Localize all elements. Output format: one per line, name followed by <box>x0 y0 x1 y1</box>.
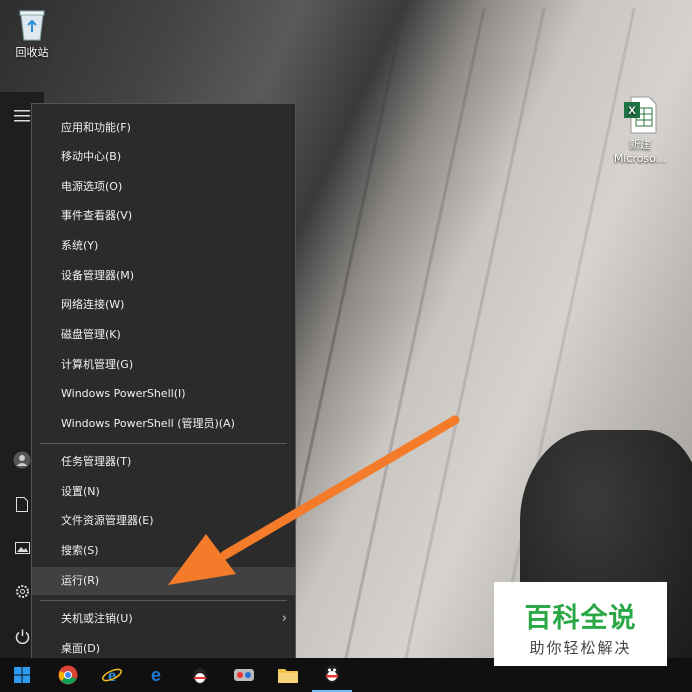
recycle-bin-shortcut[interactable]: 回收站 <box>2 8 62 60</box>
menu-item-power-options[interactable]: 电源选项(O) <box>32 173 295 201</box>
qq-penguin-icon[interactable] <box>180 658 220 692</box>
watermark-badge: 百科全说 助你轻松解决 <box>494 582 667 666</box>
qq-icon[interactable] <box>312 658 352 692</box>
chrome-icon[interactable] <box>48 658 88 692</box>
menu-separator <box>40 443 287 444</box>
windows-start-icon[interactable] <box>2 658 42 692</box>
menu-item-network-connections[interactable]: 网络连接(W) <box>32 291 295 319</box>
menu-item-file-explorer[interactable]: 文件资源管理器(E) <box>32 507 295 535</box>
menu-item-powershell[interactable]: Windows PowerShell(I) <box>32 380 295 408</box>
winx-context-menu: 应用和功能(F) 移动中心(B) 电源选项(O) 事件查看器(V) 系统(Y) … <box>31 103 296 666</box>
menu-item-disk-management[interactable]: 磁盘管理(K) <box>32 321 295 349</box>
excel-file-label-1: 新建 <box>629 138 651 151</box>
excel-file-shortcut[interactable]: X 新建 Microso... <box>610 96 670 165</box>
folder-icon[interactable] <box>268 658 308 692</box>
menu-item-device-manager[interactable]: 设备管理器(M) <box>32 262 295 290</box>
recycle-bin-label: 回收站 <box>15 46 49 59</box>
menu-separator <box>40 600 287 601</box>
excel-file-icon: X <box>623 96 657 134</box>
menu-item-event-viewer[interactable]: 事件查看器(V) <box>32 202 295 230</box>
menu-item-computer-management[interactable]: 计算机管理(G) <box>32 351 295 379</box>
recycle-bin-icon <box>17 8 47 42</box>
chevron-right-icon: › <box>281 611 287 626</box>
ie-icon[interactable]: e <box>92 658 132 692</box>
menu-item-task-manager[interactable]: 任务管理器(T) <box>32 448 295 476</box>
menu-item-run[interactable]: 运行(R) <box>32 567 295 595</box>
watermark-title: 百科全说 <box>524 603 637 634</box>
app-icon[interactable] <box>224 658 264 692</box>
svg-text:e: e <box>151 665 161 685</box>
svg-text:e: e <box>108 665 116 685</box>
menu-item-system[interactable]: 系统(Y) <box>32 232 295 260</box>
watermark-subtitle: 助你轻松解决 <box>529 639 632 657</box>
menu-item-search[interactable]: 搜索(S) <box>32 537 295 565</box>
menu-item-mobility-center[interactable]: 移动中心(B) <box>32 143 295 171</box>
edge-icon[interactable]: e <box>136 658 176 692</box>
excel-file-label-2: Microso... <box>613 152 667 165</box>
svg-text:X: X <box>628 105 636 117</box>
menu-item-settings[interactable]: 设置(N) <box>32 478 295 506</box>
menu-item-shutdown-label: 关机或注销(U) <box>61 612 133 625</box>
menu-item-shutdown-signout[interactable]: 关机或注销(U) › <box>32 605 295 633</box>
menu-item-powershell-admin[interactable]: Windows PowerShell (管理员)(A) <box>32 410 295 438</box>
menu-item-apps-features[interactable]: 应用和功能(F) <box>32 114 295 142</box>
rock-streak <box>337 7 486 692</box>
